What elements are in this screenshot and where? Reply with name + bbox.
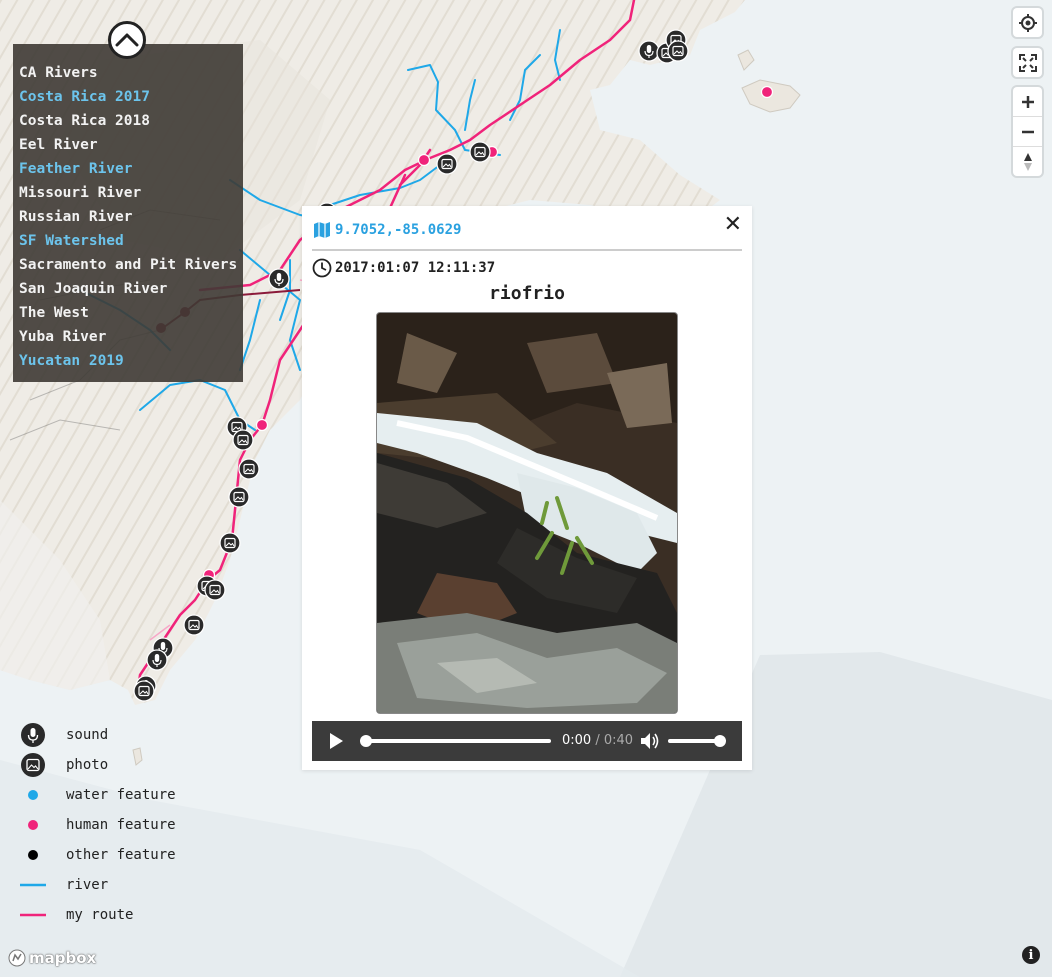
legend-item: human feature bbox=[20, 810, 176, 840]
microphone-icon bbox=[21, 723, 45, 747]
layer-item[interactable]: Costa Rica 2017 bbox=[19, 88, 243, 112]
zoom-in-button[interactable] bbox=[1013, 87, 1042, 117]
timestamp-text: 2017:01:07 12:11:37 bbox=[335, 260, 496, 276]
audio-progress-track[interactable] bbox=[366, 739, 551, 743]
layer-panel: CA Rivers Costa Rica 2017 Costa Rica 201… bbox=[13, 44, 243, 382]
fullscreen-button[interactable] bbox=[1013, 48, 1042, 77]
river-line-icon bbox=[20, 883, 46, 887]
mapbox-logo[interactable]: mapbox bbox=[8, 949, 96, 967]
coordinates-link[interactable]: 9.7052,-85.0629 bbox=[312, 220, 461, 240]
info-icon[interactable]: i bbox=[1022, 946, 1040, 964]
minus-icon bbox=[1021, 130, 1034, 133]
media-popup: ✕ 9.7052,-85.0629 2017:01:07 12:11:37 ri… bbox=[302, 206, 752, 770]
legend-item: sound bbox=[20, 720, 176, 750]
zoom-out-button[interactable] bbox=[1013, 117, 1042, 147]
layer-item[interactable]: San Joaquin River bbox=[19, 280, 243, 304]
layer-item[interactable]: The West bbox=[19, 304, 243, 328]
photo-icon bbox=[21, 753, 45, 777]
legend-label: sound bbox=[66, 727, 109, 743]
river-photo bbox=[376, 312, 678, 714]
legend-label: other feature bbox=[66, 847, 176, 863]
legend-label: water feature bbox=[66, 787, 176, 803]
legend-label: human feature bbox=[66, 817, 176, 833]
plus-icon bbox=[1021, 95, 1034, 108]
layer-item[interactable]: SF Watershed bbox=[19, 232, 243, 256]
layer-item[interactable]: Eel River bbox=[19, 136, 243, 160]
layer-item[interactable]: CA Rivers bbox=[19, 64, 243, 88]
other-dot-icon bbox=[28, 850, 38, 860]
route-line-icon bbox=[20, 913, 46, 917]
compass-icon bbox=[1023, 152, 1032, 171]
legend-item: other feature bbox=[20, 840, 176, 870]
audio-duration: 0:40 bbox=[603, 733, 634, 748]
coordinates-text: 9.7052,-85.0629 bbox=[335, 222, 462, 238]
audio-sep: / bbox=[591, 733, 604, 748]
timestamp: 2017:01:07 12:11:37 bbox=[312, 258, 495, 278]
volume-knob[interactable] bbox=[714, 735, 726, 747]
layer-list: CA Rivers Costa Rica 2017 Costa Rica 201… bbox=[13, 44, 243, 376]
layer-item[interactable]: Feather River bbox=[19, 160, 243, 184]
play-icon[interactable] bbox=[330, 733, 343, 749]
navigation-control bbox=[1013, 87, 1042, 176]
audio-player: 0:00 / 0:40 bbox=[312, 721, 742, 761]
popup-title: riofrio bbox=[489, 283, 565, 304]
clock-icon bbox=[312, 258, 332, 278]
legend-label: my route bbox=[66, 907, 134, 923]
collapse-panel-button[interactable] bbox=[108, 21, 146, 59]
audio-time: 0:00 / 0:40 bbox=[562, 733, 633, 748]
legend: sound photo water feature human feature … bbox=[20, 720, 176, 930]
legend-item: water feature bbox=[20, 780, 176, 810]
compass-button[interactable] bbox=[1013, 147, 1042, 176]
geolocate-button[interactable] bbox=[1013, 8, 1042, 37]
mapbox-icon bbox=[8, 949, 26, 967]
water-dot-icon bbox=[28, 790, 38, 800]
audio-progress-knob[interactable] bbox=[360, 735, 372, 747]
legend-item: photo bbox=[20, 750, 176, 780]
geolocate-control bbox=[1013, 8, 1042, 37]
audio-current: 0:00 bbox=[562, 733, 592, 748]
layer-item[interactable]: Yuba River bbox=[19, 328, 243, 352]
legend-item: river bbox=[20, 870, 176, 900]
chevron-up-icon bbox=[115, 33, 139, 47]
fullscreen-icon bbox=[1018, 53, 1037, 72]
map-icon bbox=[314, 222, 330, 238]
legend-label: photo bbox=[66, 757, 109, 773]
layer-item[interactable]: Sacramento and Pit Rivers bbox=[19, 256, 243, 280]
layer-item[interactable]: Costa Rica 2018 bbox=[19, 112, 243, 136]
volume-icon[interactable] bbox=[640, 732, 660, 750]
layer-item[interactable]: Missouri River bbox=[19, 184, 243, 208]
legend-item: my route bbox=[20, 900, 176, 930]
layer-item[interactable]: Yucatan 2019 bbox=[19, 352, 243, 376]
close-icon[interactable]: ✕ bbox=[724, 212, 742, 237]
waterfall-image bbox=[377, 313, 677, 713]
fullscreen-control bbox=[1013, 48, 1042, 77]
human-dot-icon bbox=[28, 820, 38, 830]
divider bbox=[312, 249, 742, 251]
crosshair-icon bbox=[1018, 13, 1037, 32]
volume-track[interactable] bbox=[668, 739, 720, 743]
layer-item[interactable]: Russian River bbox=[19, 208, 243, 232]
legend-label: river bbox=[66, 877, 109, 893]
mapbox-wordmark: mapbox bbox=[29, 949, 97, 967]
